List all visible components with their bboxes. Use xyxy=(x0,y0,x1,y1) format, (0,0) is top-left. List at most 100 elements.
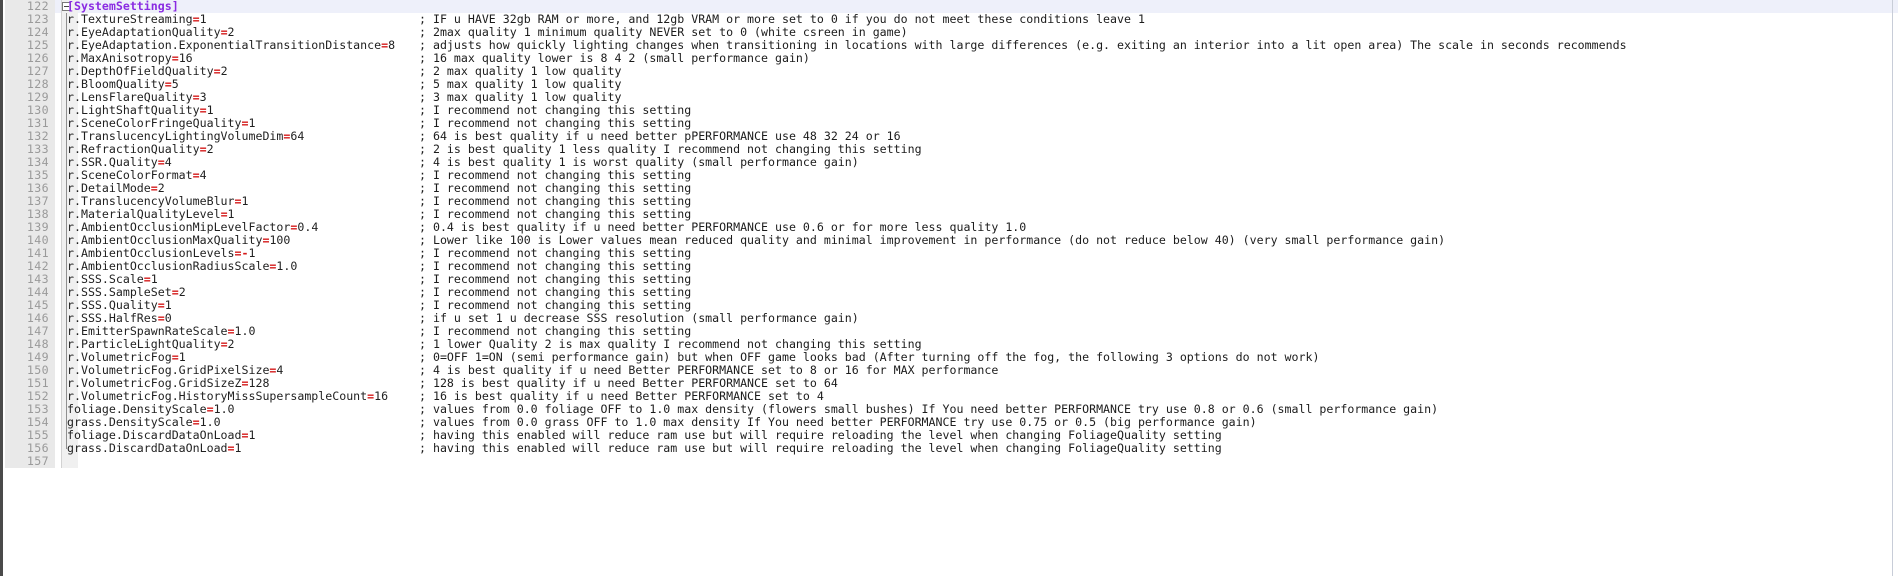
code-line[interactable]: 156 grass.DiscardDataOnLoad=1; having thi… xyxy=(0,442,1898,455)
gutter-separator xyxy=(61,13,62,26)
code-line[interactable]: 142 r.AmbientOcclusionRadiusScale=1.0; I … xyxy=(0,260,1898,273)
gutter-separator xyxy=(61,325,62,338)
setting-key: r.SSS.Scale xyxy=(67,272,144,286)
assignment-operator: = xyxy=(164,77,172,91)
setting-key: r.MaxAnisotropy xyxy=(67,51,172,65)
setting-key: r.SceneColorFringeQuality xyxy=(67,116,242,130)
assignment-operator: = xyxy=(157,298,165,312)
assignment-operator: = xyxy=(192,90,200,104)
code-line[interactable]: 137 r.TranslucencyVolumeBlur=1; I recomme… xyxy=(0,195,1898,208)
setting-value: 16 xyxy=(178,51,193,65)
gutter-separator xyxy=(61,143,62,156)
fold-margin[interactable] xyxy=(61,455,78,468)
setting-key: r.TranslucencyLightingVolumeDim xyxy=(67,129,284,143)
setting-key: r.RefractionQuality xyxy=(67,142,200,156)
code-text[interactable]: grass.DiscardDataOnLoad=1 xyxy=(67,442,242,455)
code-line[interactable]: 123 r.TextureStreaming=1; IF u HAVE 32gb … xyxy=(0,13,1898,26)
setting-value: 2 xyxy=(206,142,214,156)
assignment-operator: = xyxy=(192,415,200,429)
code-line[interactable]: 147 r.EmitterSpawnRateScale=1.0; I recomm… xyxy=(0,325,1898,338)
setting-key: r.TranslucencyVolumeBlur xyxy=(67,194,235,208)
setting-value: 1 xyxy=(227,207,235,221)
code-line[interactable]: 140 r.AmbientOcclusionMaxQuality=100; Low… xyxy=(0,234,1898,247)
code-line[interactable]: 150 r.VolumetricFog.GridPixelSize=4; 4 is… xyxy=(0,364,1898,377)
gutter-separator xyxy=(61,364,62,377)
assignment-operator: = xyxy=(143,272,151,286)
gutter-separator xyxy=(61,78,62,91)
setting-value: 16 xyxy=(374,389,389,403)
gutter-separator xyxy=(61,377,62,390)
setting-key: r.AmbientOcclusionMipLevelFactor xyxy=(67,220,291,234)
assignment-operator: = xyxy=(157,311,165,325)
setting-value: 1 xyxy=(178,350,186,364)
line-number: 157 xyxy=(5,455,55,468)
code-line[interactable]: 132 r.TranslucencyLightingVolumeDim=64; 6… xyxy=(0,130,1898,143)
assignment-operator: = xyxy=(171,350,179,364)
code-line[interactable]: 157 xyxy=(0,455,1898,468)
setting-key: r.EyeAdaptationQuality xyxy=(67,25,221,39)
setting-key: r.BloomQuality xyxy=(67,77,165,91)
setting-key: r.VolumetricFog.HistoryMissSupersampleCo… xyxy=(67,389,368,403)
setting-key: r.SSS.Quality xyxy=(67,298,158,312)
code-line[interactable]: 136 r.DetailMode=2; I recommend not chang… xyxy=(0,182,1898,195)
gutter-separator xyxy=(61,104,62,117)
assignment-operator: = xyxy=(199,142,207,156)
code-line[interactable]: 130 r.LightShaftQuality=1; I recommend no… xyxy=(0,104,1898,117)
code-line[interactable]: 133 r.RefractionQuality=2; 2 is best qual… xyxy=(0,143,1898,156)
code-line[interactable]: 127 r.DepthOfFieldQuality=2; 2 max qualit… xyxy=(0,65,1898,78)
assignment-operator: =- xyxy=(234,246,249,260)
setting-key: r.AmbientOcclusionMaxQuality xyxy=(67,233,263,247)
setting-value: 1 xyxy=(164,298,172,312)
code-line[interactable]: 145 r.SSS.Quality=1; I recommend not chan… xyxy=(0,299,1898,312)
code-line[interactable]: 143 r.SSS.Scale=1; I recommend not changi… xyxy=(0,273,1898,286)
gutter-separator xyxy=(61,247,62,260)
assignment-operator: = xyxy=(241,376,249,390)
setting-key: foliage.DiscardDataOnLoad xyxy=(67,428,242,442)
gutter-separator xyxy=(61,455,62,468)
code-line[interactable]: 146 r.SSS.HalfRes=0; if u set 1 u decreas… xyxy=(0,312,1898,325)
setting-value: 1.0 xyxy=(199,415,221,429)
setting-value: 2 xyxy=(157,181,165,195)
assignment-operator: = xyxy=(241,116,249,130)
setting-key: r.ParticleLightQuality xyxy=(67,337,221,351)
assignment-operator: = xyxy=(157,155,165,169)
code-line[interactable]: 134 r.SSR.Quality=4; 4 is best quality 1 … xyxy=(0,156,1898,169)
assignment-operator: = xyxy=(227,441,235,455)
setting-key: r.SceneColorFormat xyxy=(67,168,193,182)
setting-value: 1 xyxy=(248,246,256,260)
setting-key: r.MaterialQualityLevel xyxy=(67,207,221,221)
gutter-separator xyxy=(61,299,62,312)
assignment-operator: = xyxy=(220,25,228,39)
setting-value: 1 xyxy=(206,103,214,117)
assignment-operator: = xyxy=(150,181,158,195)
setting-key: foliage.DensityScale xyxy=(67,402,207,416)
setting-value: 3 xyxy=(199,90,207,104)
setting-value: 0.4 xyxy=(297,220,319,234)
setting-key: r.VolumetricFog xyxy=(67,350,172,364)
code-line[interactable]: 129 r.LensFlareQuality=3; 3 max quality 1… xyxy=(0,91,1898,104)
assignment-operator: = xyxy=(171,51,179,65)
setting-value: 1 xyxy=(234,441,242,455)
gutter-separator xyxy=(61,416,62,429)
setting-key: r.VolumetricFog.GridSizeZ xyxy=(67,376,242,390)
inline-comment: ; having this enabled will reduce ram us… xyxy=(419,441,1222,455)
gutter-separator xyxy=(61,169,62,182)
gutter-separator xyxy=(61,195,62,208)
assignment-operator: = xyxy=(241,428,249,442)
gutter-separator xyxy=(61,390,62,403)
setting-key: r.DetailMode xyxy=(67,181,151,195)
setting-value: 4 xyxy=(276,363,284,377)
code-line[interactable]: 125 r.EyeAdaptation.ExponentialTransition… xyxy=(0,39,1898,52)
gutter-separator xyxy=(61,286,62,299)
setting-value: 1 xyxy=(150,272,158,286)
code-editor-viewport[interactable]: 122 [SystemSettings] 123 r.TextureStreaming… xyxy=(0,0,1898,576)
code-line[interactable]: 144 r.SSS.SampleSet=2; I recommend not ch… xyxy=(0,286,1898,299)
code-lines-container[interactable]: 122 [SystemSettings] 123 r.TextureStreaming… xyxy=(0,0,1898,468)
setting-value: 100 xyxy=(269,233,291,247)
code-line[interactable]: 135 r.SceneColorFormat=4; I recommend not… xyxy=(0,169,1898,182)
code-line[interactable]: 126 r.MaxAnisotropy=16; 16 max quality lo… xyxy=(0,52,1898,65)
setting-value: 2 xyxy=(227,337,235,351)
setting-value: 1 xyxy=(248,116,256,130)
code-line[interactable]: 128 r.BloomQuality=5; 5 max quality 1 low… xyxy=(0,78,1898,91)
gutter-separator xyxy=(61,403,62,416)
